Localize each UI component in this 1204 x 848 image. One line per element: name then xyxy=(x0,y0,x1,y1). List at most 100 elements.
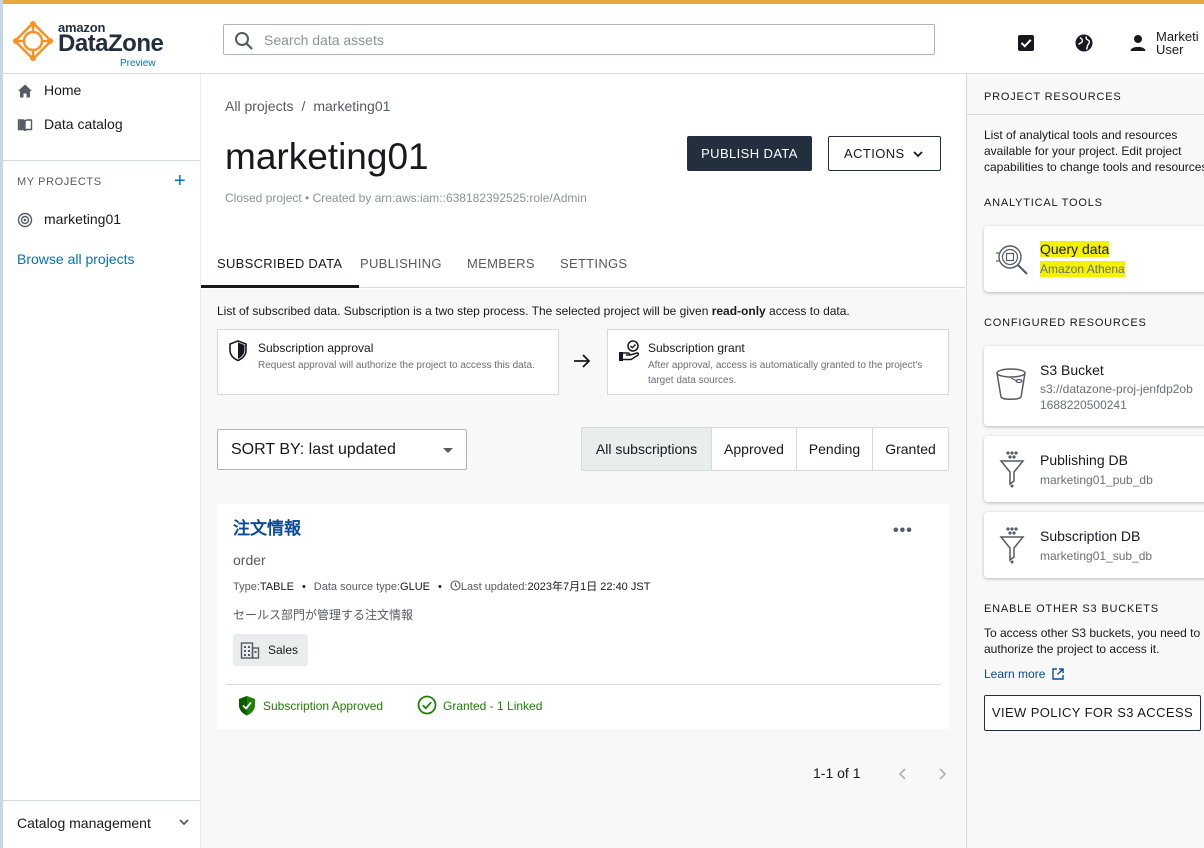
subscription-db-title: Subscription DB xyxy=(1040,528,1141,544)
subscribed-asset-card: 注文情報 ••• order Type:TABLE • Data source ty… xyxy=(217,504,949,729)
learn-more-label: Learn more xyxy=(984,667,1046,681)
publishing-db-card[interactable]: Publishing DB marketing01_pub_db xyxy=(984,436,1204,502)
subscribed-data-content: List of subscribed data. Subscription is… xyxy=(201,289,965,848)
subscription-grant-step: Subscription grant After approval, acces… xyxy=(607,329,949,395)
subscription-approval-step: Subscription approval Request approval w… xyxy=(217,329,559,395)
asset-name: order xyxy=(233,552,266,568)
publishing-db-title: Publishing DB xyxy=(1040,452,1128,468)
chevron-right-icon[interactable] xyxy=(936,767,948,781)
page-title: marketing01 xyxy=(225,136,429,177)
project-icon xyxy=(17,212,33,228)
actions-label: ACTIONS xyxy=(844,146,905,161)
book-icon xyxy=(17,119,33,132)
tab-publishing[interactable]: PUBLISHING xyxy=(360,256,442,271)
query-data-title: Query data xyxy=(1040,241,1110,257)
asset-title-link[interactable]: 注文情報 xyxy=(233,514,301,539)
external-link-icon xyxy=(1052,668,1064,680)
brand-preview-tag: Preview xyxy=(120,58,156,69)
project-resources-panel: PROJECT RESOURCES List of analytical too… xyxy=(966,74,1204,848)
clock-icon xyxy=(450,580,461,591)
subscription-db-name: marketing01_sub_db xyxy=(1040,549,1153,563)
window-edge xyxy=(0,0,3,848)
top-header: amazon DataZone Preview Search data asse… xyxy=(0,0,1204,74)
asset-type-label: Type: xyxy=(233,581,260,593)
sort-by-select[interactable]: SORT BY: last updated xyxy=(217,429,467,470)
asset-updated-value: 2023年7月1日 22:40 JST xyxy=(527,581,651,593)
filter-all-subscriptions[interactable]: All subscriptions xyxy=(582,428,712,470)
home-icon xyxy=(18,84,32,98)
building-icon xyxy=(240,642,260,659)
datazone-logo[interactable]: amazon DataZone Preview xyxy=(12,14,172,70)
asset-source-value: GLUE xyxy=(400,581,430,593)
caret-down-icon xyxy=(443,448,453,453)
project-tabs: SUBSCRIBED DATA PUBLISHING MEMBERS SETTI… xyxy=(201,242,965,288)
shield-check-icon xyxy=(239,696,255,716)
user-icon xyxy=(1130,35,1146,51)
funnel-db-icon xyxy=(999,451,1025,488)
filter-granted[interactable]: Granted xyxy=(873,428,948,470)
status-granted-label: Granted - 1 Linked xyxy=(443,699,543,713)
asset-type-value: TABLE xyxy=(259,581,294,593)
breadcrumb-separator: / xyxy=(301,98,306,114)
search-placeholder: Search data assets xyxy=(264,32,384,48)
nav-divider xyxy=(0,160,201,161)
more-options-icon[interactable]: ••• xyxy=(893,522,913,540)
project-resources-intro: List of analytical tools and resources a… xyxy=(984,128,1204,174)
glossary-term-label: Sales xyxy=(268,643,299,657)
publish-data-button[interactable]: PUBLISH DATA xyxy=(687,136,812,171)
nav-data-catalog-label: Data catalog xyxy=(44,116,123,132)
catalog-management-toggle[interactable]: Catalog management xyxy=(17,815,151,831)
step-grant-desc: After approval, access is automatically … xyxy=(648,360,923,386)
tab-settings[interactable]: SETTINGS xyxy=(560,256,627,271)
sort-by-value: SORT BY: last updated xyxy=(231,441,396,458)
step-approval-desc: Request approval will authorize the proj… xyxy=(258,360,535,371)
breadcrumb: All projects / marketing01 xyxy=(225,98,390,114)
browse-all-projects-link[interactable]: Browse all projects xyxy=(17,251,135,267)
description-post: access to data. xyxy=(765,304,850,318)
subscription-db-card[interactable]: Subscription DB marketing01_sub_db xyxy=(984,512,1204,578)
query-data-subtitle: Amazon Athena xyxy=(1040,261,1125,277)
enable-s3-text: To access other S3 buckets, you need to … xyxy=(984,626,1201,656)
project-resources-heading: PROJECT RESOURCES xyxy=(984,91,1122,103)
asset-metadata: Type:TABLE • Data source type:GLUE • Last up… xyxy=(233,580,651,593)
filter-pending[interactable]: Pending xyxy=(797,428,873,470)
step-approval-title: Subscription approval xyxy=(258,341,374,355)
user-role: User xyxy=(1156,42,1184,57)
datazone-logo-icon xyxy=(13,21,53,61)
brand-name: DataZone xyxy=(58,30,164,57)
search-icon xyxy=(235,32,253,50)
filter-approved[interactable]: Approved xyxy=(712,428,797,470)
publishing-db-name: marketing01_pub_db xyxy=(1040,473,1153,487)
subscription-filter-group: All subscriptions Approved Pending Grant… xyxy=(581,427,949,471)
project-main-panel: All projects / marketing01 marketing01 Clo… xyxy=(201,74,965,848)
asset-description: セールス部門が管理する注文情報 xyxy=(233,608,414,622)
s3-bucket-title: S3 Bucket xyxy=(1040,362,1104,378)
actions-dropdown-button[interactable]: ACTIONS xyxy=(828,136,941,171)
chevron-left-icon[interactable] xyxy=(897,767,909,781)
s3-bucket-card[interactable]: S3 Bucket s3://datazone-proj-jenfdp2ob 1… xyxy=(984,346,1204,426)
breadcrumb-all-projects[interactable]: All projects xyxy=(225,98,293,114)
chevron-down-icon xyxy=(913,151,923,158)
enable-s3-heading: ENABLE OTHER S3 BUCKETS xyxy=(984,603,1159,615)
breadcrumb-current: marketing01 xyxy=(313,98,391,114)
tab-members[interactable]: MEMBERS xyxy=(467,256,535,271)
tab-subscribed-data[interactable]: SUBSCRIBED DATA xyxy=(217,256,342,271)
checkbox-icon[interactable] xyxy=(1016,33,1036,53)
asset-updated-label: Last updated: xyxy=(460,581,528,593)
asset-source-label: Data source type: xyxy=(313,581,401,593)
shield-icon xyxy=(229,340,247,362)
learn-more-link[interactable]: Learn more xyxy=(984,667,1064,681)
globe-icon[interactable] xyxy=(1074,33,1094,53)
project-subtitle: Closed project • Created by arn:aws:iam:… xyxy=(225,191,587,205)
glossary-term-chip[interactable]: Sales xyxy=(233,634,308,666)
query-data-card[interactable]: Query data Amazon Athena xyxy=(984,226,1204,292)
search-input[interactable]: Search data assets xyxy=(223,24,935,55)
add-project-button[interactable]: + xyxy=(174,170,186,193)
resources-divider xyxy=(967,114,1204,115)
description-bold: read-only xyxy=(711,304,766,318)
pagination-summary: 1-1 of 1 xyxy=(813,765,861,781)
description-pre: List of subscribed data. Subscription is… xyxy=(217,304,712,318)
chevron-down-icon[interactable] xyxy=(178,816,190,828)
view-s3-policy-button[interactable]: VIEW POLICY FOR S3 ACCESS xyxy=(984,695,1201,731)
nav-project-label: marketing01 xyxy=(44,211,122,227)
